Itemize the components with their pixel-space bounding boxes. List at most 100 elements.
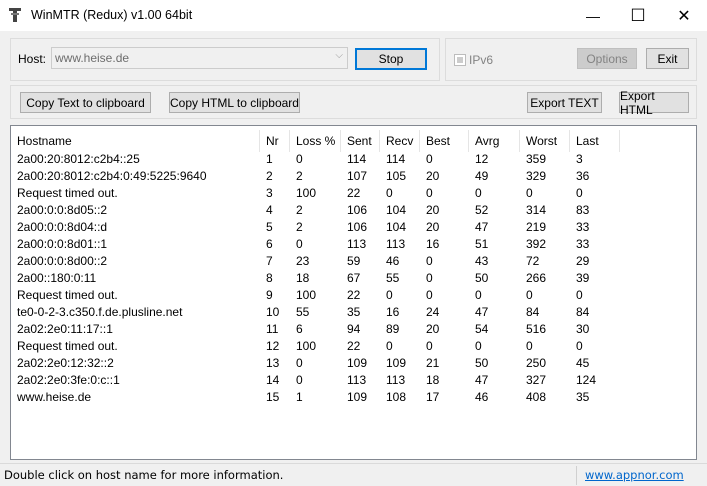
cell-sent: 59 [347,254,361,268]
cell-recv: 0 [386,288,393,302]
cell-best: 20 [426,322,440,336]
column-header-recv[interactable]: Recv [380,130,420,152]
cell-sent: 106 [347,203,368,217]
column-header-sent[interactable]: Sent [341,130,380,152]
cell-avrg: 0 [475,186,482,200]
cell-nr: 4 [266,203,273,217]
cell-hostname: 2a00:20:8012:c2b4:0:49:5225:9640 [17,169,207,183]
stop-button[interactable]: Stop [355,48,427,70]
cell-worst: 84 [526,305,540,319]
cell-recv: 0 [386,339,393,353]
title-bar: WinMTR (Redux) v1.00 64bit — ☐ ✕ [0,0,707,31]
table-row[interactable]: 2a00:20:8012:c2b4:0:49:5225:9640 2 2 107 105… [11,168,696,185]
cell-hostname: 2a02:2e0:11:17::1 [17,322,113,336]
export-html-button[interactable]: Export HTML [619,89,689,117]
cell-best: 20 [426,220,440,234]
website-link[interactable]: www.appnor.com [585,468,684,482]
table-row[interactable]: 2a00:0:0:8d05::2 4 2 106 104 20 52 314 83 [11,202,696,219]
results-table[interactable]: Hostname Nr Loss % Sent Recv Best Avrg Worst Las… [10,125,697,460]
cell-last: 45 [576,356,590,370]
cell-hostname: 2a00::180:0:11 [17,271,97,285]
cell-loss: 0 [296,356,303,370]
column-header-nr[interactable]: Nr [260,130,290,152]
cell-worst: 0 [526,339,533,353]
host-label: Host: [18,52,47,66]
table-row[interactable]: 2a02:2e0:3fe:0:c::1 14 0 113 113 18 47 327 124 [11,372,696,389]
table-row[interactable]: 2a02:2e0:11:17::1 11 6 94 89 20 54 516 30 [11,321,696,338]
cell-recv: 109 [386,356,407,370]
table-row[interactable]: 2a00:0:0:8d04::d 5 2 106 104 20 47 219 33 [11,219,696,236]
cell-worst: 516 [526,322,547,336]
cell-nr: 7 [266,254,273,268]
exit-button[interactable]: Exit [646,48,689,69]
host-value: www.heise.de [55,51,130,65]
cell-recv: 104 [386,203,407,217]
cell-recv: 55 [386,271,400,285]
options-button[interactable]: Options [577,48,637,69]
cell-best: 21 [426,356,440,370]
cell-last: 0 [576,186,583,200]
table-row[interactable]: Request timed out. 9 100 22 0 0 0 0 0 [11,287,696,304]
cell-hostname: 2a02:2e0:12:32::2 [17,356,114,370]
cell-last: 29 [576,254,590,268]
cell-hostname: 2a00:20:8012:c2b4::25 [17,152,140,166]
cell-worst: 329 [526,169,547,183]
table-row[interactable]: 2a00:20:8012:c2b4::25 1 0 114 114 0 12 359 3 [11,151,696,168]
table-row[interactable]: 2a00:0:0:8d00::2 7 23 59 46 0 43 72 29 [11,253,696,270]
cell-worst: 250 [526,356,547,370]
cell-worst: 0 [526,186,533,200]
cell-avrg: 46 [475,390,489,404]
ipv6-checkbox[interactable] [454,54,466,66]
cell-avrg: 54 [475,322,489,336]
copy-html-button[interactable]: Copy HTML to clipboard [169,92,300,113]
column-header-hostname[interactable]: Hostname [11,130,260,152]
cell-nr: 8 [266,271,273,285]
close-button[interactable]: ✕ [661,0,707,31]
column-header-last[interactable]: Last [570,130,620,152]
cell-last: 36 [576,169,590,183]
minimize-button[interactable]: — [570,0,616,31]
cell-worst: 72 [526,254,540,268]
cell-avrg: 43 [475,254,489,268]
status-text: Double click on host name for more infor… [4,468,284,482]
cell-nr: 9 [266,288,273,302]
cell-nr: 2 [266,169,273,183]
cell-last: 3 [576,152,583,166]
cell-recv: 113 [386,373,406,387]
export-text-button[interactable]: Export TEXT [527,92,602,113]
cell-avrg: 51 [475,237,489,251]
cell-sent: 35 [347,305,361,319]
column-header-best[interactable]: Best [420,130,469,152]
cell-nr: 3 [266,186,273,200]
table-row[interactable]: 2a00:0:0:8d01::1 6 0 113 113 16 51 392 33 [11,236,696,253]
column-header-avrg[interactable]: Avrg [469,130,520,152]
table-row[interactable]: Request timed out. 3 100 22 0 0 0 0 0 [11,185,696,202]
cell-nr: 12 [266,339,280,353]
cell-best: 20 [426,203,440,217]
cell-loss: 1 [296,390,303,404]
copy-text-button[interactable]: Copy Text to clipboard [20,92,151,113]
cell-last: 0 [576,339,583,353]
cell-loss: 2 [296,220,303,234]
column-header-worst[interactable]: Worst [520,130,570,152]
chevron-down-icon[interactable]: ⌵ [335,50,343,61]
table-row[interactable]: 2a00::180:0:11 8 18 67 55 0 50 266 39 [11,270,696,287]
table-row[interactable]: 2a02:2e0:12:32::2 13 0 109 109 21 50 250 45 [11,355,696,372]
cell-last: 33 [576,237,590,251]
column-header-loss[interactable]: Loss % [290,130,341,152]
cell-loss: 55 [296,305,310,319]
cell-worst: 314 [526,203,547,217]
cell-last: 39 [576,271,590,285]
cell-nr: 14 [266,373,280,387]
maximize-button[interactable]: ☐ [615,0,661,31]
cell-loss: 23 [296,254,310,268]
table-row[interactable]: Request timed out. 12 100 22 0 0 0 0 0 [11,338,696,355]
cell-best: 0 [426,254,433,268]
table-row[interactable]: te0-0-2-3.c350.f.de.plusline.net 10 55 35 16… [11,304,696,321]
cell-sent: 22 [347,186,361,200]
table-row[interactable]: www.heise.de 15 1 109 108 17 46 408 35 [11,389,696,406]
cell-last: 83 [576,203,590,217]
cell-loss: 0 [296,237,303,251]
cell-worst: 219 [526,220,547,234]
host-combobox[interactable]: www.heise.de ⌵ [51,47,348,69]
